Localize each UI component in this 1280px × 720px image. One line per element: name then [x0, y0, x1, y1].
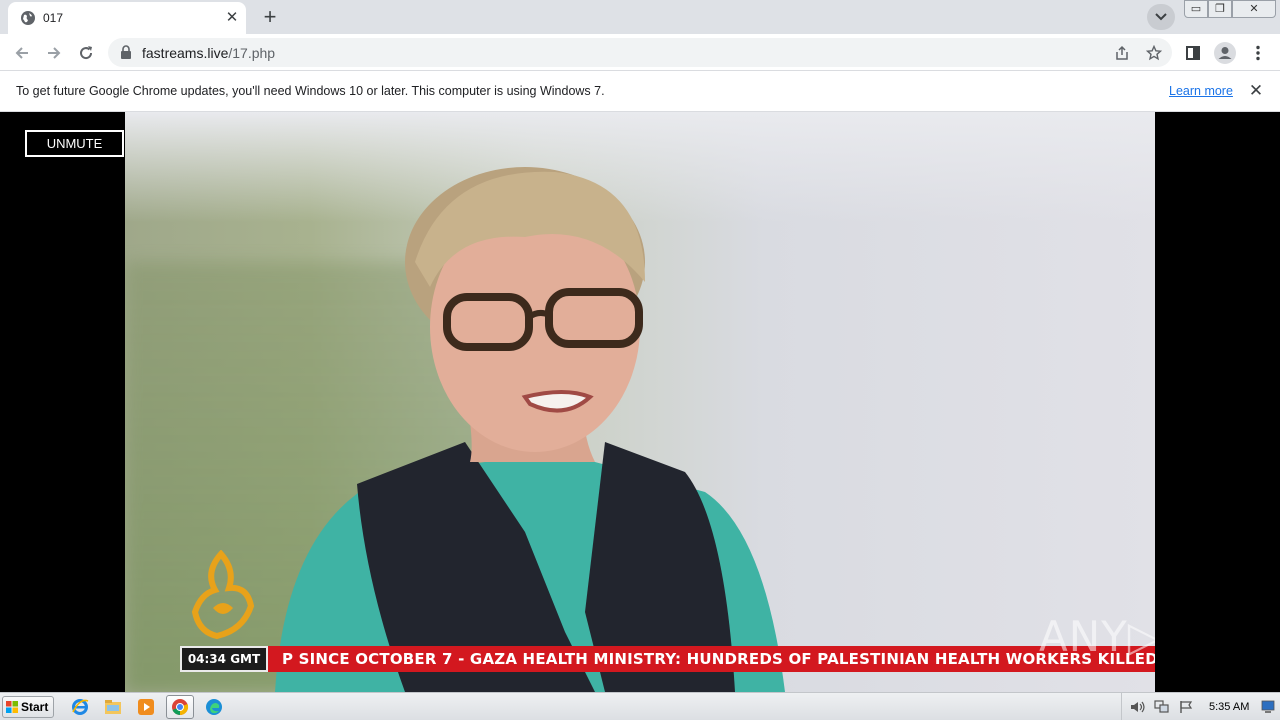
forward-button[interactable]: [41, 40, 67, 66]
url-path: /17.php: [228, 45, 276, 61]
arrow-right-icon: [48, 47, 61, 59]
update-infobar: To get future Google Chrome updates, you…: [0, 71, 1280, 112]
url-host: fastreams.live: [142, 45, 229, 61]
window-minimize-button[interactable]: ▭: [1184, 0, 1208, 18]
taskbar: Start 5:35 AM: [0, 692, 1280, 720]
lock-icon: [121, 45, 131, 59]
broadcast-clock: 04:34 GMT: [180, 646, 268, 672]
start-label: Start: [21, 700, 49, 714]
tab-017[interactable]: 017 ✕: [8, 2, 246, 34]
globe-icon: [21, 11, 35, 25]
taskbar-explorer[interactable]: [99, 695, 127, 719]
chrome-icon: [172, 699, 189, 716]
al-jazeera-logo: [191, 550, 255, 640]
side-panel-icon: [1186, 46, 1200, 60]
edge-icon: [206, 699, 222, 715]
star-icon: [1146, 45, 1162, 61]
media-player-icon: [138, 699, 154, 715]
ticker-text: P SINCE OCTOBER 7 - GAZA HEALTH MINISTRY…: [282, 650, 1155, 668]
kebab-menu-icon: [1256, 45, 1260, 61]
explorer-icon: [105, 700, 121, 714]
unmute-button[interactable]: UNMUTE: [25, 130, 124, 157]
arrow-left-icon: [15, 47, 28, 59]
tab-title: 017: [43, 11, 64, 25]
taskbar-chrome[interactable]: [166, 695, 194, 719]
windows-logo-icon: [6, 701, 18, 713]
taskbar-media-player[interactable]: [132, 695, 160, 719]
show-desktop-icon[interactable]: [1261, 699, 1275, 715]
system-tray: 5:35 AM: [1121, 693, 1280, 720]
tab-search-button[interactable]: [1147, 4, 1175, 30]
reload-button[interactable]: [73, 40, 99, 66]
video-player[interactable]: 04:34 GMT P SINCE OCTOBER 7 - GAZA HEALT…: [125, 112, 1155, 692]
reload-icon: [80, 46, 93, 60]
ie-icon: [72, 699, 89, 715]
tab-strip: 017 ✕ + ▭ ❐ ✕: [0, 0, 1280, 34]
start-button[interactable]: Start: [2, 696, 54, 718]
anyrun-watermark: ANY▷RUN: [1039, 612, 1155, 661]
page-content: 04:34 GMT P SINCE OCTOBER 7 - GAZA HEALT…: [0, 112, 1280, 692]
share-button[interactable]: [1112, 43, 1132, 63]
infobar-message: To get future Google Chrome updates, you…: [16, 84, 605, 98]
speaker-icon[interactable]: [1130, 700, 1146, 714]
taskbar-ie[interactable]: [66, 695, 94, 719]
infobar-close-icon[interactable]: ✕: [1246, 81, 1266, 101]
profile-button[interactable]: [1213, 41, 1237, 65]
share-icon: [1116, 45, 1128, 60]
back-button[interactable]: [9, 40, 35, 66]
video-frame-person: [275, 167, 785, 692]
taskbar-clock[interactable]: 5:35 AM: [1209, 701, 1249, 713]
browser-toolbar: fastreams.live/17.php: [0, 34, 1280, 71]
chrome-menu-button[interactable]: [1246, 41, 1270, 65]
side-panel-button[interactable]: [1181, 41, 1205, 65]
window-close-button[interactable]: ✕: [1232, 0, 1276, 18]
avatar-icon: [1214, 42, 1236, 64]
taskbar-edge[interactable]: [200, 695, 228, 719]
chevron-down-icon: [1155, 13, 1167, 21]
action-center-flag-icon[interactable]: [1178, 700, 1194, 714]
window-restore-button[interactable]: ❐: [1208, 0, 1232, 18]
news-ticker: P SINCE OCTOBER 7 - GAZA HEALTH MINISTRY…: [268, 646, 1155, 672]
new-tab-button[interactable]: +: [258, 4, 282, 30]
network-icon[interactable]: [1154, 700, 1170, 714]
url-text: fastreams.live/17.php: [142, 45, 275, 61]
address-bar[interactable]: fastreams.live/17.php: [108, 38, 1172, 67]
tab-close-icon[interactable]: ✕: [223, 9, 241, 27]
bookmark-button[interactable]: [1144, 43, 1164, 63]
learn-more-link[interactable]: Learn more: [1169, 84, 1233, 98]
screen: 017 ✕ + ▭ ❐ ✕ fastreams.live/17.php To g…: [0, 0, 1280, 720]
